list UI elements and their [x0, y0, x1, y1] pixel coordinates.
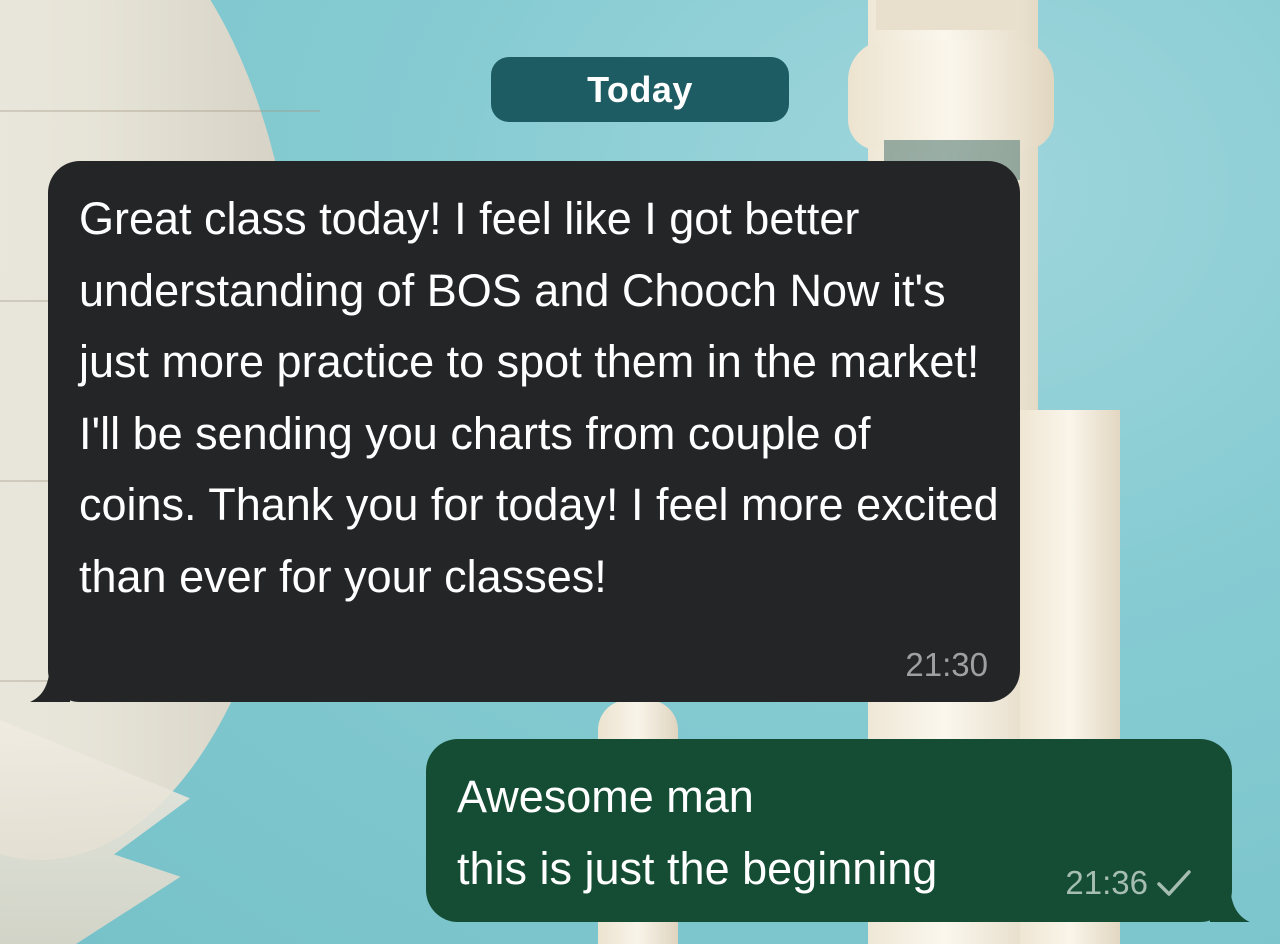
wallpaper-line	[0, 110, 320, 112]
message-text: Great class today! I feel like I got bet…	[79, 193, 999, 602]
outgoing-message-bubble[interactable]: Awesome man this is just the beginning 2…	[426, 739, 1250, 922]
message-meta: 21:36	[1065, 864, 1192, 902]
bubble-tail-icon	[30, 662, 70, 702]
wallpaper-minaret-top	[876, 0, 1016, 30]
wallpaper-minaret-balcony	[848, 40, 1054, 150]
message-time: 21:30	[905, 646, 988, 683]
incoming-message-bubble[interactable]: Great class today! I feel like I got bet…	[30, 161, 1020, 702]
check-icon	[1157, 870, 1191, 896]
bubble-tail-icon	[1210, 882, 1250, 922]
message-time: 21:36	[1065, 864, 1148, 901]
date-separator: Today	[491, 57, 789, 122]
message-line: Awesome man	[457, 771, 754, 822]
